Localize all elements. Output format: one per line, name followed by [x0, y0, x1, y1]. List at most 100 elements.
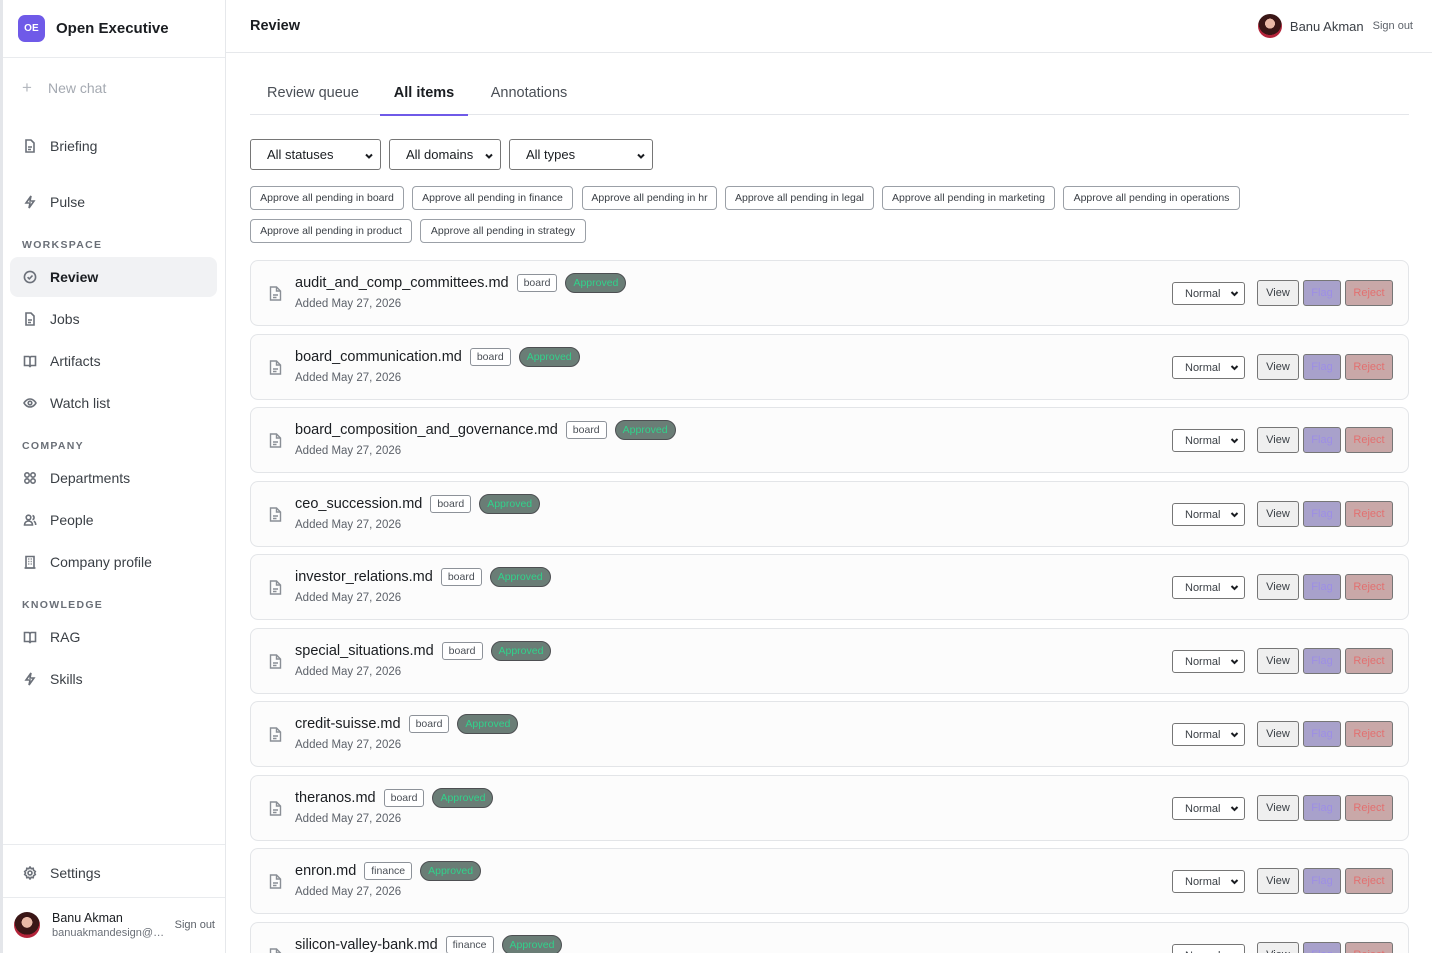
sidebar-item-review[interactable]: Review [10, 257, 217, 297]
sidebar-item-briefing[interactable]: Briefing [10, 126, 217, 166]
priority-select[interactable]: Normal [1172, 282, 1245, 305]
view-button[interactable]: View [1257, 868, 1299, 894]
review-item-row[interactable]: board_communication.md board Approved Ad… [250, 334, 1409, 400]
reject-button[interactable]: Reject [1345, 721, 1393, 747]
chevron-down-icon [1230, 363, 1239, 372]
item-name[interactable]: audit_and_comp_committees.md [295, 275, 509, 291]
review-item-row[interactable]: special_situations.md board Approved Add… [250, 628, 1409, 694]
priority-select[interactable]: Normal [1172, 429, 1245, 452]
view-button[interactable]: View [1257, 795, 1299, 821]
status-badge: Approved [479, 494, 541, 514]
people-icon [23, 513, 37, 527]
tab-annotations[interactable]: Annotations [476, 85, 582, 115]
sidebar-item-jobs[interactable]: Jobs [10, 299, 217, 339]
sidebar-item-watch-list[interactable]: Watch list [10, 383, 217, 423]
sidebar-item-people[interactable]: People [10, 500, 217, 540]
tab-all-items[interactable]: All items [380, 85, 468, 116]
priority-select[interactable]: Normal [1172, 723, 1245, 746]
sidebar-item-settings[interactable]: Settings [10, 853, 217, 893]
sidebar-item-pulse[interactable]: Pulse [10, 182, 217, 222]
type-filter-select[interactable]: All types [509, 139, 653, 170]
priority-select[interactable]: Normal [1172, 503, 1245, 526]
sidebar-item-rag[interactable]: RAG [10, 617, 217, 657]
priority-select[interactable]: Normal [1172, 870, 1245, 893]
sidebar-item-company-profile[interactable]: Company profile [10, 542, 217, 582]
approve-all-marketing-button[interactable]: Approve all pending in marketing [882, 186, 1055, 210]
flag-button[interactable]: Flag [1303, 574, 1341, 600]
domain-filter-select[interactable]: All domains [389, 139, 501, 170]
approve-all-product-button[interactable]: Approve all pending in product [250, 219, 412, 243]
select-value: Normal [1185, 802, 1221, 815]
priority-select[interactable]: Normal [1172, 797, 1245, 820]
view-button[interactable]: View [1257, 427, 1299, 453]
priority-select[interactable]: Normal [1172, 356, 1245, 379]
approve-all-finance-button[interactable]: Approve all pending in finance [412, 186, 573, 210]
item-name[interactable]: special_situations.md [295, 643, 434, 659]
flag-button[interactable]: Flag [1303, 427, 1341, 453]
view-button[interactable]: View [1257, 721, 1299, 747]
view-button[interactable]: View [1257, 280, 1299, 306]
reject-button[interactable]: Reject [1345, 280, 1393, 306]
review-item-row[interactable]: ceo_succession.md board Approved Added M… [250, 481, 1409, 547]
tab-review-queue[interactable]: Review queue [250, 85, 376, 115]
reject-button[interactable]: Reject [1345, 648, 1393, 674]
sidebar-item-label: Skills [50, 671, 83, 687]
item-name[interactable]: silicon-valley-bank.md [295, 937, 438, 953]
item-name[interactable]: theranos.md [295, 790, 376, 806]
item-name[interactable]: enron.md [295, 863, 356, 879]
reject-button[interactable]: Reject [1345, 501, 1393, 527]
review-item-row[interactable]: enron.md finance Approved Added May 27, … [250, 848, 1409, 914]
sign-out-link[interactable]: Sign out [175, 919, 215, 931]
flag-button[interactable]: Flag [1303, 648, 1341, 674]
item-name[interactable]: board_communication.md [295, 349, 462, 365]
review-item-row[interactable]: investor_relations.md board Approved Add… [250, 554, 1409, 620]
view-button[interactable]: View [1257, 648, 1299, 674]
new-chat-button[interactable]: + New chat [22, 79, 106, 96]
item-name[interactable]: investor_relations.md [295, 569, 433, 585]
sidebar-item-artifacts[interactable]: Artifacts [10, 341, 217, 381]
sidebar-item-departments[interactable]: Departments [10, 458, 217, 498]
reject-button[interactable]: Reject [1345, 354, 1393, 380]
priority-select[interactable]: Normal [1172, 576, 1245, 599]
flag-button[interactable]: Flag [1303, 721, 1341, 747]
brand-name: Open Executive [56, 20, 169, 37]
approve-all-hr-button[interactable]: Approve all pending in hr [582, 186, 717, 210]
reject-button[interactable]: Reject [1345, 574, 1393, 600]
review-item-row[interactable]: silicon-valley-bank.md finance Approved … [250, 922, 1409, 953]
reject-button[interactable]: Reject [1345, 427, 1393, 453]
approve-all-strategy-button[interactable]: Approve all pending in strategy [420, 219, 586, 243]
sidebar-item-skills[interactable]: Skills [10, 659, 217, 699]
sign-out-link[interactable]: Sign out [1373, 20, 1413, 32]
reject-button[interactable]: Reject [1345, 942, 1393, 953]
status-filter-select[interactable]: All statuses [250, 139, 381, 170]
review-item-row[interactable]: credit-suisse.md board Approved Added Ma… [250, 701, 1409, 767]
item-name[interactable]: ceo_succession.md [295, 496, 422, 512]
view-button[interactable]: View [1257, 354, 1299, 380]
flag-button[interactable]: Flag [1303, 280, 1341, 306]
approve-all-legal-button[interactable]: Approve all pending in legal [725, 186, 874, 210]
review-item-row[interactable]: theranos.md board Approved Added May 27,… [250, 775, 1409, 841]
priority-select[interactable]: Normal [1172, 944, 1245, 953]
view-button[interactable]: View [1257, 574, 1299, 600]
flag-button[interactable]: Flag [1303, 942, 1341, 953]
approve-all-operations-button[interactable]: Approve all pending in operations [1063, 186, 1240, 210]
reject-button[interactable]: Reject [1345, 868, 1393, 894]
item-name[interactable]: board_composition_and_governance.md [295, 422, 558, 438]
avatar[interactable] [1257, 14, 1282, 38]
select-value: Normal [1185, 875, 1221, 888]
reject-button[interactable]: Reject [1345, 795, 1393, 821]
review-item-row[interactable]: board_composition_and_governance.md boar… [250, 407, 1409, 473]
brand[interactable]: OE Open Executive [3, 0, 225, 58]
flag-button[interactable]: Flag [1303, 501, 1341, 527]
view-button[interactable]: View [1257, 942, 1299, 953]
priority-select[interactable]: Normal [1172, 650, 1245, 673]
view-button[interactable]: View [1257, 501, 1299, 527]
status-badge: Approved [501, 935, 563, 953]
flag-button[interactable]: Flag [1303, 868, 1341, 894]
approve-all-board-button[interactable]: Approve all pending in board [250, 186, 404, 210]
flag-button[interactable]: Flag [1303, 354, 1341, 380]
review-item-row[interactable]: audit_and_comp_committees.md board Appro… [250, 260, 1409, 326]
file-icon [269, 433, 282, 448]
item-name[interactable]: credit-suisse.md [295, 716, 401, 732]
flag-button[interactable]: Flag [1303, 795, 1341, 821]
